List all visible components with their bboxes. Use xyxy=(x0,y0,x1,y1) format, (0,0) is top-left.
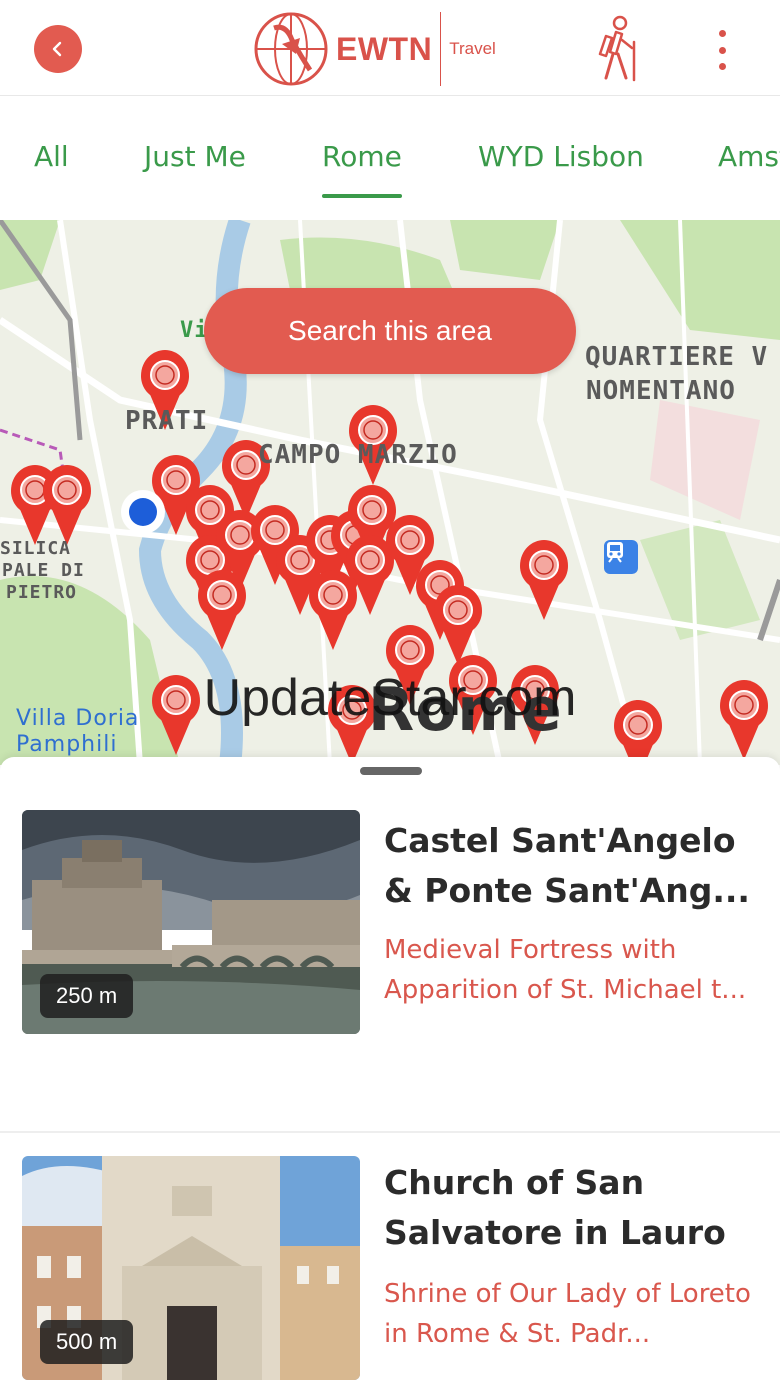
tab-wyd-lisbon[interactable]: WYD Lisbon xyxy=(478,140,644,173)
app-header: EWTN Travel xyxy=(0,0,780,96)
map-pin[interactable] xyxy=(433,584,483,666)
map-label-villa-2: Pamphili xyxy=(16,732,118,757)
ewtn-logo: EWTN Travel xyxy=(252,10,496,88)
tab-all[interactable]: All xyxy=(34,140,69,173)
category-tabs: All Just Me Rome WYD Lisbon Amst xyxy=(0,96,780,220)
kebab-dot xyxy=(718,63,726,70)
map-label-villa-1: Villa Doria xyxy=(16,706,140,731)
map-label-nomentano: NOMENTANO xyxy=(586,376,736,406)
map-label-rome: Rome xyxy=(368,675,563,745)
back-button[interactable] xyxy=(34,25,82,73)
hiker-button[interactable] xyxy=(592,14,642,84)
place-card[interactable]: 500 m Church of San Salvatore in Lauro S… xyxy=(0,1156,780,1386)
place-subtitle: Medieval Fortress with Apparition of St.… xyxy=(384,935,747,1005)
places-bottom-sheet: 250 m Castel Sant'Angelo & Ponte Sant'An… xyxy=(0,757,780,1386)
map-label-prati: PRATI xyxy=(125,406,209,436)
place-title: Castel Sant'Angelo & Ponte Sant'Ang... xyxy=(384,821,750,910)
map-label-quartiere: QUARTIERE V xyxy=(585,342,769,372)
distance-badge: 250 m xyxy=(40,974,134,1018)
globe-logo-icon xyxy=(254,12,328,86)
list-divider xyxy=(0,1131,780,1133)
map-pin[interactable] xyxy=(519,539,569,621)
train-icon xyxy=(607,542,623,563)
map-pin[interactable] xyxy=(613,699,663,765)
chevron-left-icon xyxy=(52,41,62,57)
sheet-drag-handle[interactable] xyxy=(360,767,422,775)
logo-text: EWTN xyxy=(336,30,433,67)
map-label-basilica-3: PIETRO xyxy=(6,582,78,603)
tab-amst[interactable]: Amst xyxy=(718,140,780,173)
search-this-area-button[interactable]: Search this area xyxy=(204,288,576,374)
tab-just-me[interactable]: Just Me xyxy=(144,140,246,173)
map-pin[interactable] xyxy=(151,674,201,756)
map-view[interactable]: PRATI CAMPO MARZIO QUARTIERE V NOMENTANO… xyxy=(0,220,780,765)
map-pin[interactable] xyxy=(42,464,92,546)
map-pin[interactable] xyxy=(719,679,769,761)
place-title: Church of San Salvatore in Lauro xyxy=(384,1163,726,1252)
map-pin[interactable] xyxy=(197,569,247,651)
metro-station-marker[interactable] xyxy=(604,540,638,574)
kebab-dot xyxy=(718,46,726,54)
kebab-dot xyxy=(718,30,726,37)
kebab-menu-button[interactable] xyxy=(710,30,734,70)
map-label-basilica-1: SILICA xyxy=(0,538,72,559)
map-pin[interactable] xyxy=(308,569,358,651)
selected-tab-indicator xyxy=(322,194,402,198)
place-subtitle: Shrine of Our Lady of Loreto in Rome & S… xyxy=(384,1279,751,1349)
place-photo-castel-sant-angelo: 250 m xyxy=(22,810,360,1034)
map-label-basilica-2: PALE DI xyxy=(2,560,85,581)
logo-divider xyxy=(440,12,442,86)
tab-rome[interactable]: Rome xyxy=(322,140,402,173)
user-location-dot xyxy=(129,498,157,526)
hiker-icon xyxy=(598,15,636,82)
place-photo-san-salvatore: 500 m xyxy=(22,1156,360,1380)
logo-subtitle: Travel xyxy=(449,39,496,58)
distance-badge: 500 m xyxy=(40,1320,134,1364)
place-card[interactable]: 250 m Castel Sant'Angelo & Ponte Sant'An… xyxy=(0,810,780,1060)
map-label-campo-marzio: CAMPO MARZIO xyxy=(258,440,458,470)
